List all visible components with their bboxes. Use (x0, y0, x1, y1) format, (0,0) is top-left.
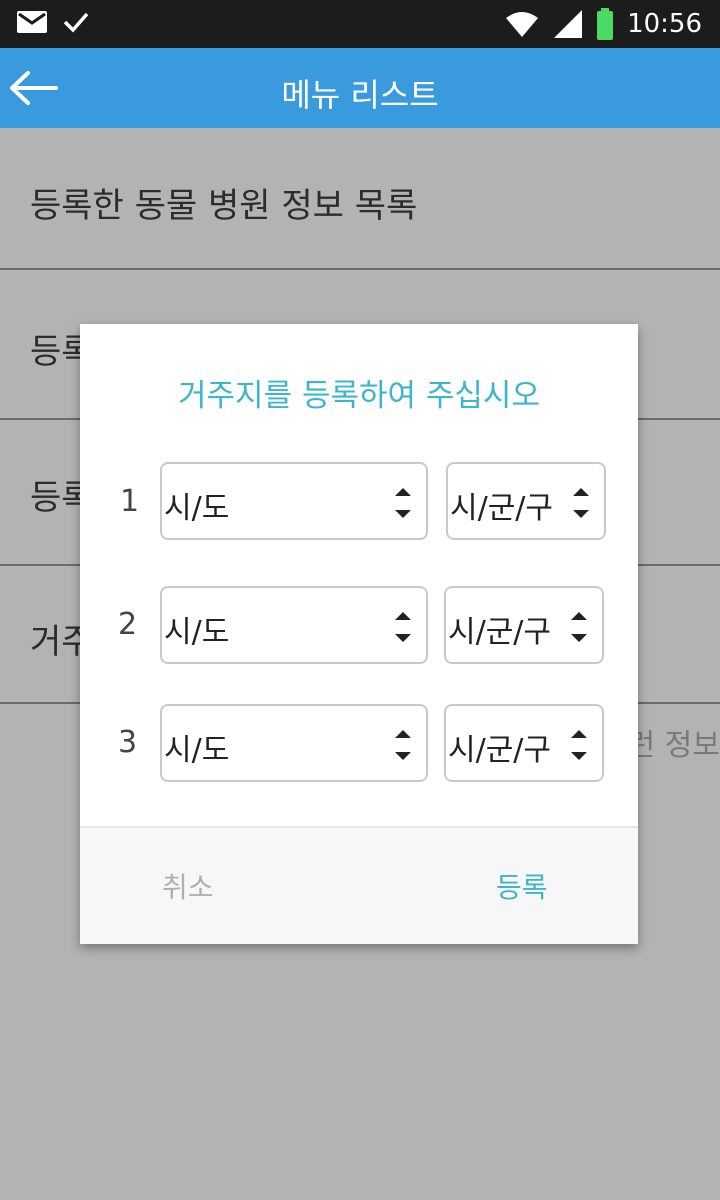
status-time: 10:56 (627, 9, 702, 39)
dialog-title: 거주지를 등록하여 주십시오 (178, 378, 540, 414)
menu-item-hospital-list[interactable]: 등록한 동물 병원 정보 목록 (0, 128, 720, 270)
wifi-icon (506, 12, 539, 37)
province-select[interactable]: 시/도 (160, 462, 428, 540)
page-title: 메뉴 리스트 (281, 76, 439, 114)
check-icon (63, 12, 89, 33)
dialog-footer: 취소 등록 (80, 826, 638, 944)
app-bar: 메뉴 리스트 (0, 48, 720, 128)
district-select-value: 시/군/구 (448, 615, 552, 650)
province-select-value: 시/도 (164, 491, 230, 526)
menu-item-label: 등록한 동물 병원 정보 목록 (30, 186, 418, 226)
residence-dialog: 거주지를 등록하여 주십시오 1 시/도 시/군/구 2 시/도 시/군/구 3… (80, 324, 638, 944)
district-select[interactable]: 시/군/구 (444, 586, 604, 664)
spinner-arrows-icon (571, 730, 587, 760)
signal-icon (554, 10, 583, 38)
spinner-arrows-icon (395, 488, 411, 518)
spinner-arrows-icon (573, 488, 589, 518)
status-bar: 10:56 (0, 0, 720, 48)
district-select[interactable]: 시/군/구 (444, 704, 604, 782)
district-select[interactable]: 시/군/구 (446, 462, 606, 540)
mail-icon (17, 11, 47, 33)
province-select[interactable]: 시/도 (160, 586, 428, 664)
background-hint-text: 런 정보 (627, 728, 720, 763)
province-select-value: 시/도 (164, 733, 230, 768)
row-number: 3 (118, 725, 138, 760)
register-button[interactable]: 등록 (496, 866, 548, 906)
spinner-arrows-icon (571, 612, 587, 642)
row-number: 1 (120, 484, 140, 519)
row-number: 2 (118, 607, 138, 642)
battery-icon (597, 8, 614, 40)
spinner-arrows-icon (395, 612, 411, 642)
district-select-value: 시/군/구 (448, 733, 552, 768)
province-select-value: 시/도 (164, 615, 230, 650)
spinner-arrows-icon (395, 730, 411, 760)
district-select-value: 시/군/구 (450, 491, 554, 526)
province-select[interactable]: 시/도 (160, 704, 428, 782)
cancel-button[interactable]: 취소 (162, 866, 214, 906)
